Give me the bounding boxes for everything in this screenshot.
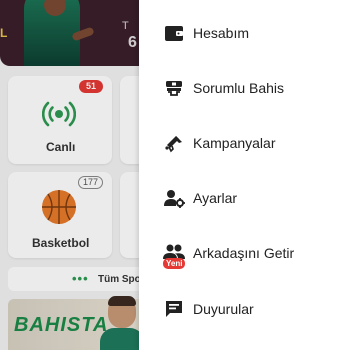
menu-item-kampanyalar[interactable]: Kampanyalar xyxy=(139,122,350,162)
menu-item-duyurular[interactable]: Duyurular xyxy=(139,288,350,328)
megaphone-icon xyxy=(165,136,182,153)
menu-item-hesabim[interactable]: Hesabım xyxy=(139,12,350,52)
menu-item-ayarlar[interactable]: Ayarlar xyxy=(139,177,350,217)
menu-label-duyurular: Duyurular xyxy=(193,301,254,317)
menu-label-kampanyalar: Kampanyalar xyxy=(193,135,276,151)
menu-label-arkadasini-getir: Arkadaşını Getir xyxy=(193,245,295,261)
menu-label-ayarlar: Ayarlar xyxy=(193,190,238,206)
user-settings-icon xyxy=(164,190,185,208)
menu-label-hesabim: Hesabım xyxy=(193,25,250,41)
announcement-icon xyxy=(166,301,182,317)
responsible-betting-icon xyxy=(166,81,182,96)
menu-item-sorumlu-bahis[interactable]: Sorumlu Bahis xyxy=(139,67,350,107)
menu-item-arkadasini-getir[interactable]: Yeni Arkadaşını Getir xyxy=(139,232,350,272)
menu-label-sorumlu-bahis: Sorumlu Bahis xyxy=(193,80,285,96)
wallet-icon xyxy=(165,26,183,41)
new-badge: Yeni xyxy=(163,258,186,269)
